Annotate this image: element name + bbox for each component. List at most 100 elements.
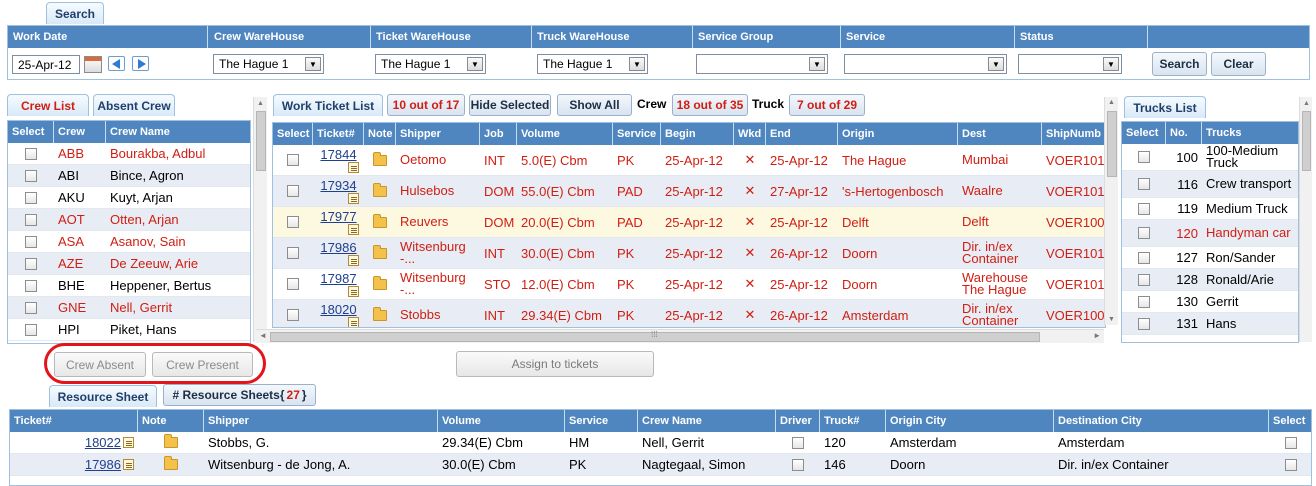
ticket-count-button[interactable]: 10 out of 17 — [387, 94, 465, 116]
folder-icon[interactable] — [373, 213, 387, 228]
row-checkbox[interactable] — [1138, 251, 1150, 264]
calendar-icon[interactable] — [84, 56, 102, 73]
next-date-icon[interactable] — [132, 56, 149, 71]
edit-note-icon[interactable] — [348, 316, 359, 327]
edit-note-icon[interactable] — [348, 285, 359, 297]
assign-to-tickets-button[interactable]: Assign to tickets — [456, 351, 654, 377]
row-checkbox[interactable] — [25, 301, 37, 314]
row-checkbox[interactable] — [25, 323, 37, 336]
row-checkbox[interactable] — [25, 191, 37, 204]
edit-note-icon[interactable] — [348, 254, 359, 266]
crew-row[interactable]: AKU Kuyt, Arjan — [8, 187, 250, 209]
truck-row[interactable]: 119 Medium Truck — [1122, 198, 1298, 220]
row-checkbox[interactable] — [1138, 178, 1150, 190]
row-checkbox[interactable] — [1138, 227, 1150, 239]
row-checkbox[interactable] — [1138, 273, 1150, 286]
folder-icon[interactable] — [373, 151, 387, 166]
ticket-row[interactable]: 17986 Witsenburg -... INT 30.0(E) Cbm PK 25-A… — [273, 238, 1105, 269]
truck-row[interactable]: 120 Handyman car — [1122, 220, 1298, 247]
folder-icon[interactable] — [164, 434, 178, 448]
ticket-row[interactable]: 17934 Hulsebos DOM 55.0(E) Cbm PAD 25-Apr-12 ✕… — [273, 176, 1105, 207]
status-select[interactable]: ▼ — [1018, 54, 1122, 74]
ticket-warehouse-select[interactable]: The Hague 1 ▼ — [375, 54, 486, 74]
resource-row[interactable]: 18022 Stobbs, G. 29.34(E) Cbm HM Nell, Gerri… — [10, 432, 1311, 454]
resource-row[interactable]: 17986 Witsenburg - de Jong, A. 30.0(E) Cbm… — [10, 454, 1311, 476]
crew-absent-button[interactable]: Crew Absent — [54, 352, 146, 377]
ticket-link[interactable]: 17934 — [320, 179, 356, 192]
crew-row[interactable]: AZE De Zeeuw, Arie — [8, 253, 250, 275]
crew-row[interactable]: HPI Piket, Hans — [8, 319, 250, 341]
crew-row[interactable]: BHE Heppener, Bertus — [8, 275, 250, 297]
hide-selected-button[interactable]: Hide Selected — [469, 94, 551, 116]
ticket-row[interactable]: 17844 Oetomo INT 5.0(E) Cbm PK 25-Apr-12 ✕ 25-A… — [273, 145, 1105, 176]
edit-note-icon[interactable] — [123, 437, 134, 448]
row-checkbox[interactable] — [25, 169, 37, 182]
row-checkbox[interactable] — [25, 235, 37, 248]
edit-note-icon[interactable] — [123, 459, 134, 470]
search-button[interactable]: Search — [1152, 52, 1207, 76]
row-checkbox[interactable] — [1138, 151, 1150, 163]
ticket-row[interactable]: 17977 Reuvers DOM 20.0(E) Cbm PAD 25-Apr-12 ✕ 2… — [273, 207, 1105, 238]
edit-note-icon[interactable] — [348, 223, 359, 235]
crew-present-button[interactable]: Crew Present — [152, 352, 253, 377]
crew-count-button[interactable]: 18 out of 35 — [672, 94, 748, 116]
truck-row[interactable]: 130 Gerrit — [1122, 291, 1298, 313]
service-select[interactable]: ▼ — [844, 54, 1007, 74]
truck-count-button[interactable]: 7 out of 29 — [789, 94, 865, 116]
ticket-link[interactable]: 17986 — [320, 241, 356, 254]
ticket-link[interactable]: 17986 — [85, 457, 121, 472]
tab-crew-list[interactable]: Crew List — [7, 94, 89, 116]
clear-button[interactable]: Clear — [1211, 52, 1266, 76]
crew-row[interactable]: ASA Asanov, Sain — [8, 231, 250, 253]
tab-absent-crew[interactable]: Absent Crew — [93, 94, 175, 116]
trucks-scrollbar[interactable]: ▲ — [1299, 97, 1312, 342]
folder-icon[interactable] — [373, 244, 387, 259]
ticket-link[interactable]: 17844 — [320, 148, 356, 161]
crew-row[interactable]: ABB Bourakba, Adbul — [8, 143, 250, 165]
ticket-link[interactable]: 17987 — [320, 272, 356, 285]
tab-resource-sheets[interactable]: # Resource Sheets{ 27 } — [163, 384, 316, 406]
row-checkbox[interactable] — [287, 185, 299, 197]
ticket-v-scrollbar[interactable]: ▲ ▼ — [1104, 97, 1118, 325]
crew-scrollbar[interactable]: ▲ — [253, 97, 267, 342]
row-checkbox[interactable] — [287, 154, 299, 166]
crew-row[interactable]: ABI Bince, Agron — [8, 165, 250, 187]
truck-row[interactable]: 128 Ronald/Arie — [1122, 269, 1298, 291]
ticket-row[interactable]: 18020 Stobbs INT 29.34(E) Cbm PK 25-Apr-12 ✕ 26… — [273, 300, 1105, 327]
row-checkbox[interactable] — [25, 213, 37, 226]
row-checkbox[interactable] — [1138, 317, 1150, 330]
row-checkbox[interactable] — [287, 278, 299, 290]
folder-icon[interactable] — [164, 456, 178, 470]
row-checkbox[interactable] — [1138, 295, 1150, 308]
ticket-link[interactable]: 17977 — [320, 210, 356, 223]
row-checkbox[interactable] — [287, 216, 299, 228]
truck-row[interactable]: 100 100-Medium Truck — [1122, 144, 1298, 171]
tab-work-ticket-list[interactable]: Work Ticket List — [273, 94, 383, 116]
prev-date-icon[interactable] — [108, 56, 125, 71]
row-checkbox[interactable] — [287, 309, 299, 321]
edit-note-icon[interactable] — [348, 192, 359, 204]
edit-note-icon[interactable] — [348, 161, 359, 173]
row-checkbox[interactable] — [287, 247, 299, 259]
folder-icon[interactable] — [373, 275, 387, 290]
truck-warehouse-select[interactable]: The Hague 1 ▼ — [537, 54, 648, 74]
row-checkbox[interactable] — [1138, 202, 1150, 215]
truck-row[interactable]: 116 Crew transport — [1122, 171, 1298, 198]
truck-row[interactable]: 131 Hans — [1122, 313, 1298, 335]
row-checkbox[interactable] — [792, 458, 804, 471]
service-group-select[interactable]: ▼ — [696, 54, 828, 74]
search-tab[interactable]: Search — [46, 2, 104, 24]
row-checkbox[interactable] — [25, 147, 37, 160]
ticket-row[interactable]: 17987 Witsenburg -... STO 12.0(E) Cbm PK 25-A… — [273, 269, 1105, 300]
tab-trucks-list[interactable]: Trucks List — [1124, 96, 1206, 118]
ticket-link[interactable]: 18020 — [320, 303, 356, 316]
row-checkbox[interactable] — [792, 436, 804, 449]
folder-icon[interactable] — [373, 182, 387, 197]
crew-row[interactable]: GNE Nell, Gerrit — [8, 297, 250, 319]
row-checkbox[interactable] — [1285, 436, 1297, 449]
crew-warehouse-select[interactable]: The Hague 1 ▼ — [213, 54, 324, 74]
show-all-button[interactable]: Show All — [557, 94, 632, 116]
row-checkbox[interactable] — [1285, 458, 1297, 471]
folder-icon[interactable] — [373, 306, 387, 321]
crew-row[interactable]: AOT Otten, Arjan — [8, 209, 250, 231]
